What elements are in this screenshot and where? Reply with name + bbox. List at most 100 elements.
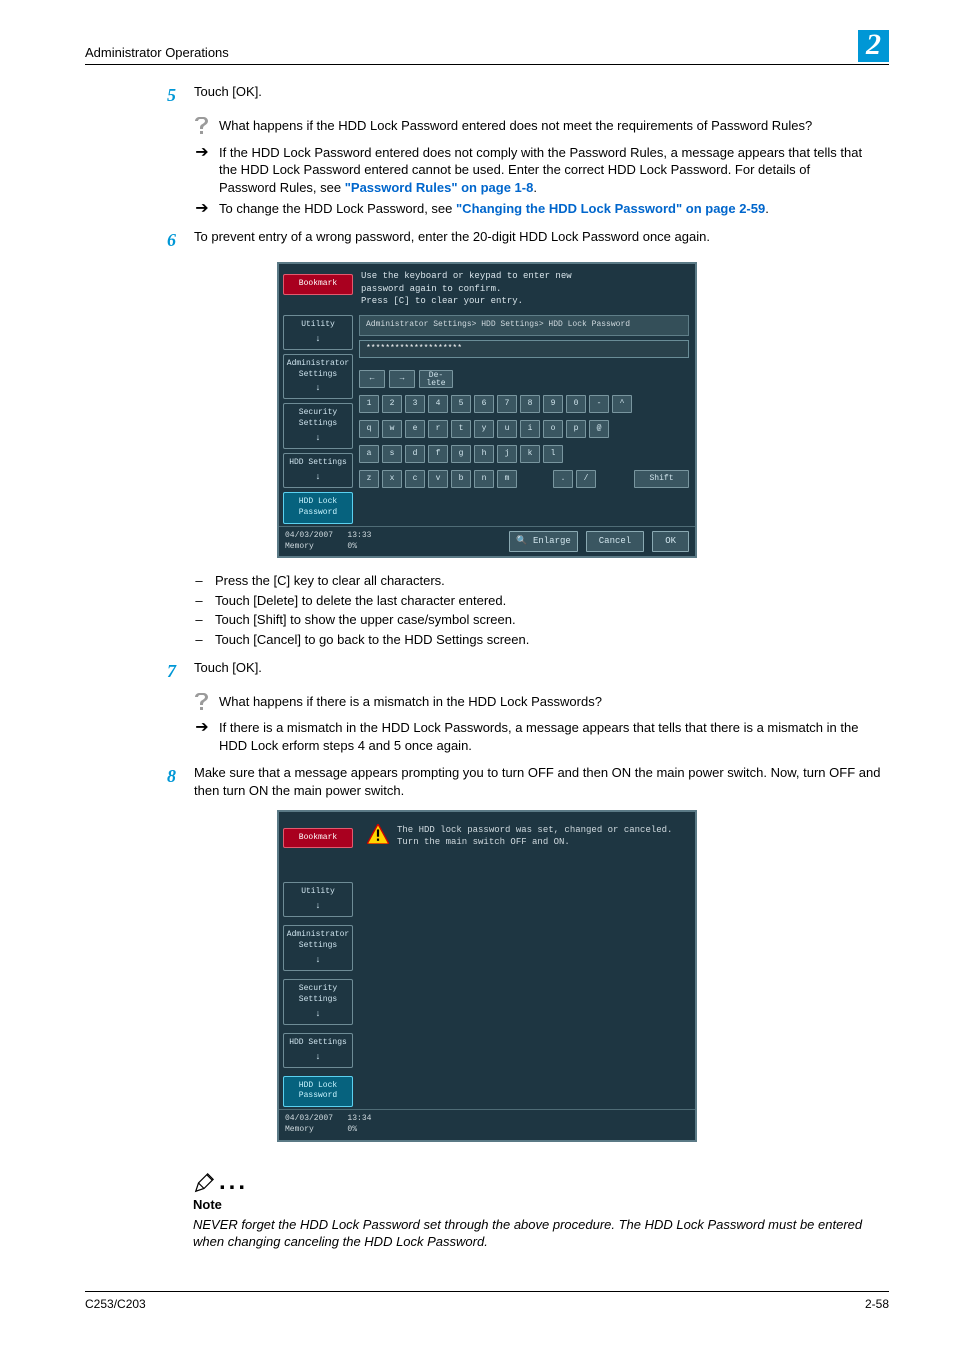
key-d[interactable]: d (405, 445, 425, 463)
running-head: Administrator Operations 2 (85, 30, 889, 65)
alert-message: The HDD lock password was set, changed o… (397, 824, 672, 848)
key-w[interactable]: w (382, 420, 402, 438)
sidebar-hdd-lock-password[interactable]: HDD Lock Password (283, 1076, 353, 1108)
key-e[interactable]: e (405, 420, 425, 438)
bookmark-button[interactable]: Bookmark (283, 828, 353, 849)
key-g[interactable]: g (451, 445, 471, 463)
device-sidebar: Utility↓ Administrator Settings↓ Securit… (279, 313, 357, 526)
sidebar-admin-settings[interactable]: Administrator Settings↓ (283, 354, 353, 400)
note-body: NEVER forget the HDD Lock Password set t… (193, 1216, 889, 1251)
cursor-right-button[interactable]: → (389, 370, 415, 388)
key-o[interactable]: o (543, 420, 563, 438)
page-footer: C253/C203 2-58 (85, 1291, 889, 1312)
key-m[interactable]: m (497, 470, 517, 488)
password-rules-link[interactable]: "Password Rules" on page 1-8 (345, 180, 534, 195)
key-f[interactable]: f (428, 445, 448, 463)
key-a[interactable]: a (359, 445, 379, 463)
key-^[interactable]: ^ (612, 395, 632, 413)
key-6[interactable]: 6 (474, 395, 494, 413)
step-text: Make sure that a message appears prompti… (194, 764, 889, 799)
answer-text: If there is a mismatch in the HDD Lock P… (219, 719, 869, 754)
sidebar-utility[interactable]: Utility↓ (283, 882, 353, 917)
enlarge-button[interactable]: 🔍 Enlarge (509, 531, 577, 551)
key-l[interactable]: l (543, 445, 563, 463)
answer-text: To change the HDD Lock Password, see "Ch… (219, 200, 869, 218)
key-h[interactable]: h (474, 445, 494, 463)
delete-button[interactable]: De- lete (419, 370, 453, 388)
device-top-message: Use the keyboard or keypad to enter new … (357, 264, 695, 312)
running-head-title: Administrator Operations (85, 44, 229, 62)
key-punct[interactable]: / (576, 470, 596, 488)
key-v[interactable]: v (428, 470, 448, 488)
keyboard-row-1: 1234567890-^ (359, 395, 689, 413)
key-1[interactable]: 1 (359, 395, 379, 413)
cursor-left-button[interactable]: ← (359, 370, 385, 388)
answer-text: If the HDD Lock Password entered does no… (219, 144, 869, 197)
key-q[interactable]: q (359, 420, 379, 438)
key-4[interactable]: 4 (428, 395, 448, 413)
bullet-item: –Press the [C] key to clear all characte… (193, 572, 889, 590)
key-z[interactable]: z (359, 470, 379, 488)
question-text: What happens if the HDD Lock Password en… (219, 117, 869, 140)
bullet-text: Touch [Shift] to show the upper case/sym… (215, 611, 516, 629)
answer-pre: To change the HDD Lock Password, see (219, 201, 456, 216)
step-number: 7 (160, 659, 176, 683)
key-s[interactable]: s (382, 445, 402, 463)
step-text: To prevent entry of a wrong password, en… (194, 228, 889, 252)
footer-date: 04/03/2007 13:33 Memory 0% (285, 531, 371, 553)
bullet-text: Press the [C] key to clear all character… (215, 572, 445, 590)
key-j[interactable]: j (497, 445, 517, 463)
sidebar-security-settings[interactable]: Security Settings↓ (283, 403, 353, 449)
cancel-button[interactable]: Cancel (586, 531, 644, 551)
step-number: 5 (160, 83, 176, 107)
sidebar-admin-settings[interactable]: Administrator Settings↓ (283, 925, 353, 971)
key-@[interactable]: @ (589, 420, 609, 438)
key-i[interactable]: i (520, 420, 540, 438)
device-sidebar: Bookmark (279, 264, 357, 312)
key-u[interactable]: u (497, 420, 517, 438)
device-panel: Bookmark Utility↓ Administrator Settings… (277, 810, 697, 1142)
sidebar-hdd-settings[interactable]: HDD Settings↓ (283, 453, 353, 488)
step-text: Touch [OK]. (194, 659, 889, 683)
key-x[interactable]: x (382, 470, 402, 488)
key-r[interactable]: r (428, 420, 448, 438)
key-c[interactable]: c (405, 470, 425, 488)
sidebar-security-settings[interactable]: Security Settings↓ (283, 979, 353, 1025)
key-y[interactable]: y (474, 420, 494, 438)
key-b[interactable]: b (451, 470, 471, 488)
device-screenshot-1: Bookmark Use the keyboard or keypad to e… (85, 262, 889, 558)
dash-icon: – (193, 592, 205, 610)
sidebar-hdd-settings[interactable]: HDD Settings↓ (283, 1033, 353, 1068)
key-9[interactable]: 9 (543, 395, 563, 413)
sidebar-utility[interactable]: Utility↓ (283, 315, 353, 350)
pencil-icon (193, 1172, 215, 1194)
bookmark-button[interactable]: Bookmark (283, 274, 353, 295)
footer-date: 04/03/2007 13:34 Memory 0% (285, 1114, 371, 1136)
key-7[interactable]: 7 (497, 395, 517, 413)
answer-row: ➔ If the HDD Lock Password entered does … (193, 144, 889, 197)
arrow-icon: ➔ (193, 144, 211, 197)
key-t[interactable]: t (451, 420, 471, 438)
answer-row: ➔ To change the HDD Lock Password, see "… (193, 200, 889, 218)
key-n[interactable]: n (474, 470, 494, 488)
shift-button[interactable]: Shift (634, 470, 689, 488)
key-0[interactable]: 0 (566, 395, 586, 413)
sidebar-hdd-lock-password[interactable]: HDD Lock Password (283, 492, 353, 524)
key-punct[interactable]: . (553, 470, 573, 488)
ok-button[interactable]: OK (652, 531, 689, 551)
key-p[interactable]: p (566, 420, 586, 438)
bullet-item: –Touch [Delete] to delete the last chara… (193, 592, 889, 610)
key-3[interactable]: 3 (405, 395, 425, 413)
password-input[interactable]: ******************** (359, 340, 689, 359)
key-2[interactable]: 2 (382, 395, 402, 413)
question-icon (193, 117, 211, 140)
key-5[interactable]: 5 (451, 395, 471, 413)
key-8[interactable]: 8 (520, 395, 540, 413)
footer-model: C253/C203 (85, 1296, 146, 1312)
key--[interactable]: - (589, 395, 609, 413)
device-main: The HDD lock password was set, changed o… (357, 812, 695, 1110)
key-k[interactable]: k (520, 445, 540, 463)
answer-row: ➔ If there is a mismatch in the HDD Lock… (193, 719, 889, 754)
bullet-item: –Touch [Cancel] to go back to the HDD Se… (193, 631, 889, 649)
changing-hdd-lock-password-link[interactable]: "Changing the HDD Lock Password" on page… (456, 201, 765, 216)
